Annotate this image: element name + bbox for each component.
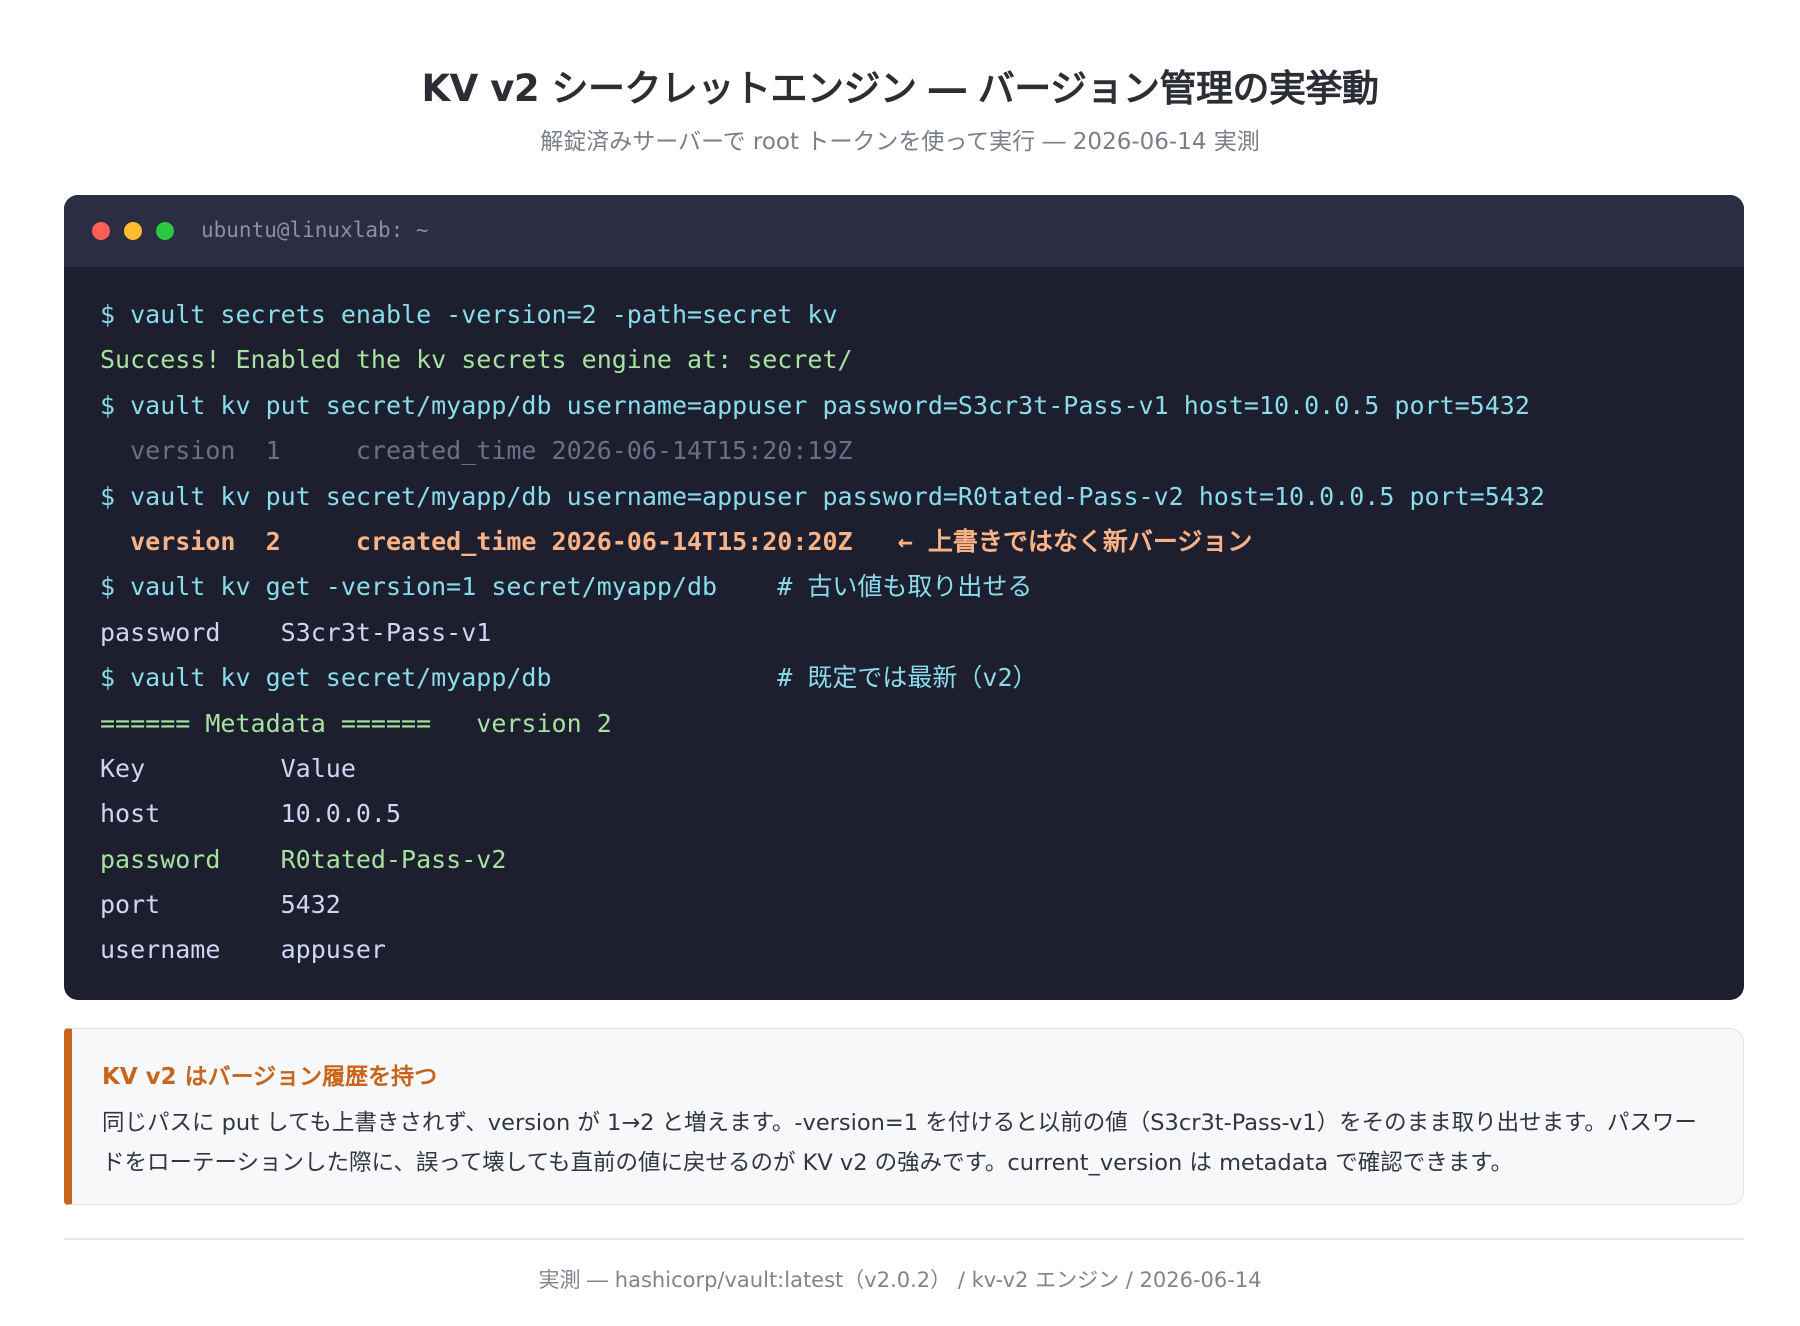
- info-callout: KV v2 はバージョン履歴を持つ 同じパスに put しても上書きされず、ve…: [64, 1028, 1744, 1205]
- terminal-output[interactable]: $ vault secrets enable -version=2 -path=…: [100, 292, 1724, 973]
- terminal-line-command: $ vault kv put secret/myapp/db username=…: [100, 481, 1545, 511]
- callout-title: KV v2 はバージョン履歴を持つ: [102, 1064, 438, 1090]
- terminal-line-table-row: username appuser: [100, 935, 386, 965]
- terminal-line-command: $ vault kv get -version=1 secret/myapp/d…: [100, 572, 1033, 602]
- terminal-line-success: Success! Enabled the kv secrets engine a…: [100, 345, 853, 375]
- terminal-title: ubuntu@linuxlab: ~: [201, 218, 429, 242]
- terminal-line-table-row: host 10.0.0.5: [100, 799, 402, 829]
- terminal-line-version: version 1 created_time 2026-06-14T15:20:…: [100, 436, 853, 466]
- callout-text: 同じパスに put しても上書きされず、version が 1→2 と増えます。…: [102, 1110, 1697, 1176]
- terminal-line-command: $ vault kv put secret/myapp/db username=…: [100, 390, 1530, 420]
- footer-divider: [64, 1238, 1744, 1240]
- terminal-line-output: password S3cr3t-Pass-v1: [100, 617, 492, 647]
- terminal-line-table-row: port 5432: [100, 890, 341, 920]
- terminal-line-metadata: ====== Metadata ====== version 2: [100, 708, 612, 738]
- terminal-line-command: $ vault kv get secret/myapp/db # 既定では最新（…: [100, 663, 1038, 693]
- terminal-line-command: $ vault secrets enable -version=2 -path=…: [100, 300, 838, 329]
- minimize-window-icon[interactable]: [124, 222, 142, 240]
- terminal-line-table-row: password R0tated-Pass-v2: [100, 844, 507, 874]
- terminal-line-version-highlight: version 2 created_time 2026-06-14T15:20:…: [100, 526, 1253, 556]
- terminal-window: ubuntu@linuxlab: ~ $ vault secrets enabl…: [64, 195, 1744, 1000]
- terminal-title-bar: ubuntu@linuxlab: ~: [64, 195, 1744, 267]
- terminal-line-table-header: Key Value: [100, 753, 356, 783]
- page-subtitle: 解錠済みサーバーで root トークンを使って実行 ― 2026-06-14 実…: [540, 129, 1260, 155]
- maximize-window-icon[interactable]: [156, 222, 174, 240]
- close-window-icon[interactable]: [92, 222, 110, 240]
- page-title: KV v2 シークレットエンジン ― バージョン管理の実挙動: [421, 67, 1379, 110]
- footer-text: 実測 ― hashicorp/vault:latest（v2.0.2） / kv…: [538, 1268, 1262, 1292]
- page: KV v2 シークレットエンジン ― バージョン管理の実挙動 解錠済みサーバーで…: [0, 0, 1800, 1326]
